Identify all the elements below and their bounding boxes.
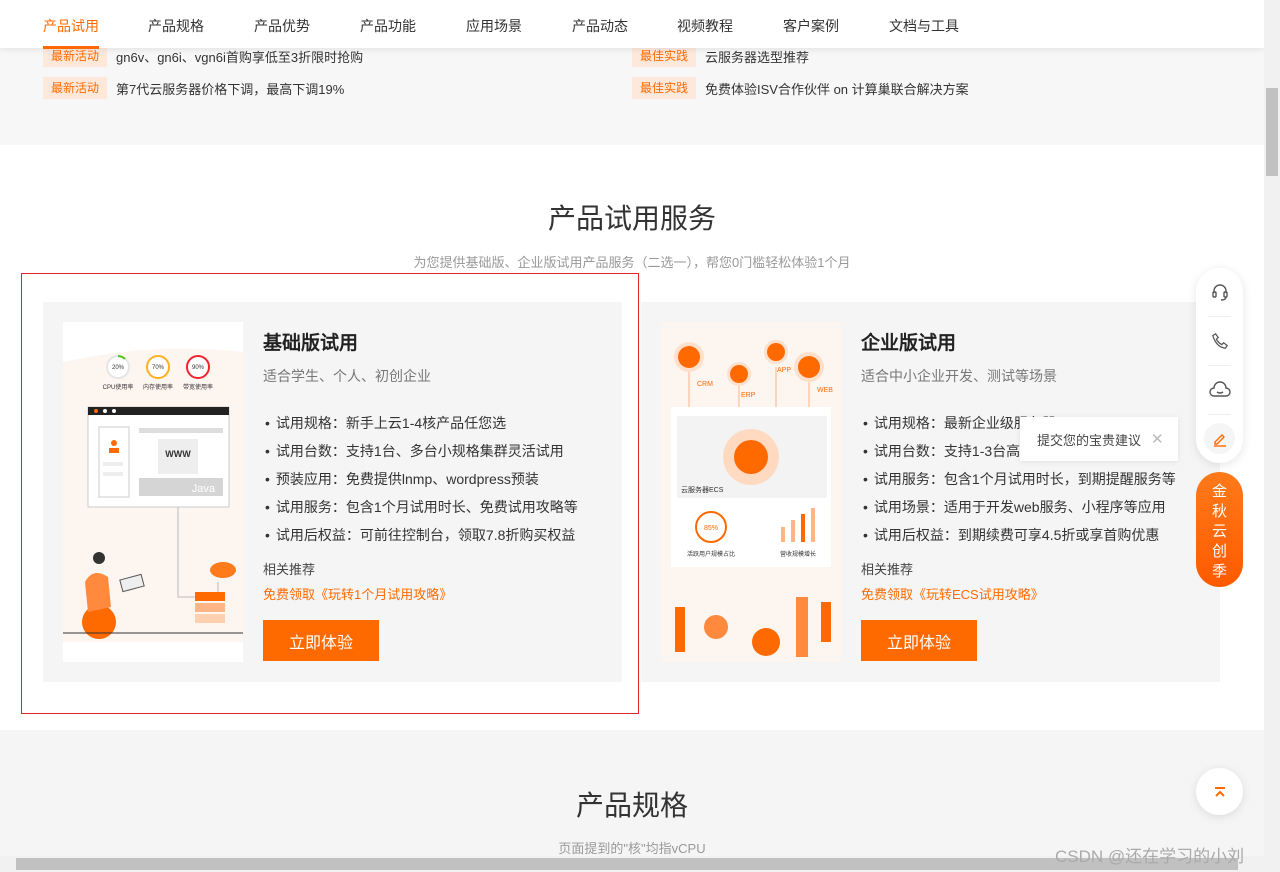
- feedback-pencil-icon[interactable]: [1204, 423, 1235, 454]
- card-subtitle: 适合中小企业开发、测试等场景: [861, 368, 1057, 384]
- gauge-value: 20%: [112, 365, 125, 371]
- spec-section: 产品规格 页面提到的"核"均指vCPU: [0, 730, 1264, 856]
- news-text: 云服务器选型推荐: [705, 49, 810, 65]
- basic-illustration: 20% CPU使用率 70% 内存使用率 90% 带宽使用率 WWW Java: [63, 322, 243, 662]
- feature-list: 试用规格：新手上云1-4核产品任您选 试用台数：支持1台、多台小规格集群灵活试用…: [263, 414, 578, 554]
- vertical-scrollbar[interactable]: [1264, 0, 1280, 856]
- feature-item: 试用场景：适用于开发web服务、小程序等应用: [861, 498, 1176, 526]
- news-item[interactable]: 最新活动 第7代云服务器价格下调，最高下调19%: [43, 77, 344, 99]
- stat-label: 营收规模增长: [780, 550, 816, 558]
- card-subtitle: 适合学生、个人、初创企业: [263, 368, 431, 384]
- close-icon[interactable]: ✕: [1151, 430, 1164, 448]
- feedback-tooltip: 提交您的宝贵建议 ✕: [1020, 417, 1178, 461]
- node-label: APP: [777, 367, 791, 374]
- enterprise-illustration: CRM ERP APP WEB 云服务器ECS 85% 活跃用户规模占比 营收规模增长: [661, 322, 841, 662]
- enterprise-trial-card: CRM ERP APP WEB 云服务器ECS 85% 活跃用户规模占比 营收规模增长…: [641, 302, 1220, 682]
- related-label: 相关推荐: [263, 562, 316, 577]
- nav-item-docs[interactable]: 文档与工具: [889, 16, 959, 36]
- related-label: 相关推荐: [861, 562, 914, 577]
- floating-toolbar: [1196, 268, 1243, 463]
- section-title: 产品试用服务: [547, 203, 716, 234]
- phone-icon[interactable]: [1204, 325, 1235, 356]
- nav-item-videos[interactable]: 视频教程: [677, 16, 733, 36]
- news-item[interactable]: 最佳实践 免费体验ISV合作伙伴 on 计算巢联合解决方案: [632, 77, 969, 99]
- node-label: ERP: [741, 392, 756, 399]
- stat-value: 85%: [704, 525, 718, 532]
- guide-link[interactable]: 免费领取《玩转1个月试用攻略》: [263, 584, 452, 603]
- news-item[interactable]: 最佳实践 云服务器选型推荐: [632, 45, 809, 67]
- customer-service-icon[interactable]: [1204, 276, 1235, 307]
- feature-item: 试用服务：包含1个月试用时长、免费试用攻略等: [263, 498, 578, 526]
- feature-item: 预装应用：免费提供lnmp、wordpress预装: [263, 470, 578, 498]
- nav-item-scenarios[interactable]: 应用场景: [466, 16, 522, 36]
- nav-item-news[interactable]: 产品动态: [572, 16, 628, 36]
- guide-link[interactable]: 免费领取《玩转ECS试用攻略》: [861, 584, 1044, 603]
- basic-trial-card: 20% CPU使用率 70% 内存使用率 90% 带宽使用率 WWW Java: [43, 302, 622, 682]
- arrow-up-icon: [1214, 786, 1225, 797]
- nav-item-spec[interactable]: 产品规格: [148, 16, 204, 36]
- nav-item-features[interactable]: 产品功能: [360, 16, 416, 36]
- feature-item: 试用服务：包含1个月试用时长，到期提醒服务等: [861, 470, 1176, 498]
- gauge-label: 带宽使用率: [183, 383, 213, 391]
- scrollbar-thumb[interactable]: [1266, 88, 1278, 176]
- section-title: 产品规格: [575, 790, 688, 821]
- news-section: 最新活动 gn6v、gn6i、vgn6i首购享低至3折限时抢购 最佳实践 云服务器选…: [0, 45, 1264, 145]
- news-text: gn6v、gn6i、vgn6i首购享低至3折限时抢购: [116, 49, 364, 65]
- back-to-top-button[interactable]: [1196, 768, 1243, 815]
- section-subtitle: 为您提供基础版、企业版试用产品服务（二选一），帮您0门槛轻松体验1个月: [413, 255, 851, 270]
- chat-bot-icon[interactable]: [1204, 374, 1235, 405]
- node-label: CRM: [697, 381, 713, 388]
- feature-item: 试用后权益：可前往控制台，领取7.8折购买权益: [263, 526, 578, 554]
- promo-text: 金秋云创季: [1211, 483, 1227, 580]
- news-badge: 最新活动: [43, 77, 108, 99]
- java-label: Java: [192, 483, 216, 495]
- promo-badge[interactable]: 金秋云创季: [1196, 472, 1243, 587]
- www-label: WWW: [165, 449, 191, 459]
- try-now-button[interactable]: 立即体验: [861, 620, 977, 661]
- nav-item-advantages[interactable]: 产品优势: [254, 16, 310, 36]
- gauge-value: 90%: [192, 365, 205, 371]
- news-text: 第7代云服务器价格下调，最高下调19%: [116, 81, 345, 97]
- active-underline: [43, 46, 99, 49]
- news-text: 免费体验ISV合作伙伴 on 计算巢联合解决方案: [705, 81, 969, 97]
- tooltip-text: 提交您的宝贵建议: [1037, 432, 1142, 448]
- node-label: WEB: [817, 387, 833, 394]
- news-badge: 最佳实践: [632, 45, 697, 67]
- feature-item: 试用规格：新手上云1-4核产品任您选: [263, 414, 578, 442]
- feature-item: 试用台数：支持1台、多台小规格集群灵活试用: [263, 442, 578, 470]
- try-now-button[interactable]: 立即体验: [263, 620, 379, 661]
- feature-item: 试用后权益：到期续费可享4.5折或享首购优惠: [861, 526, 1176, 554]
- stat-label: 活跃用户规模占比: [687, 550, 735, 558]
- card-title: 企业版试用: [861, 333, 957, 354]
- ecs-label: 云服务器ECS: [681, 485, 724, 494]
- watermark: CSDN @还在学习的小刘: [1055, 847, 1245, 866]
- gauge-label: 内存使用率: [143, 383, 173, 391]
- gauge-value: 70%: [152, 365, 165, 371]
- top-nav: 产品试用 产品规格 产品优势 产品功能 应用场景 产品动态 视频教程 客户案例 …: [0, 0, 1264, 49]
- card-title: 基础版试用: [263, 333, 359, 354]
- gauge-label: CPU使用率: [103, 383, 134, 391]
- nav-item-cases[interactable]: 客户案例: [783, 16, 839, 36]
- nav-item-trial[interactable]: 产品试用: [43, 16, 99, 36]
- news-badge: 最佳实践: [632, 77, 697, 99]
